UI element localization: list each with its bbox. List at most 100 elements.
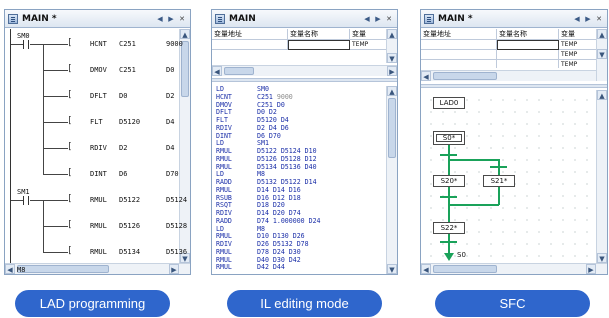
table-vertical-scrollbar[interactable]: ▲ ▼ — [596, 29, 607, 81]
sfc-horizontal-scrollbar[interactable]: ◀ ▶ — [421, 263, 607, 274]
il-code-editor[interactable]: LD SM0 HCNT C251 9000 DMOV C251 D0 DFLT D0 D2 FLT… — [212, 85, 386, 274]
variable-type-cell[interactable]: TEMP — [559, 50, 598, 60]
table-horizontal-scrollbar[interactable]: ◀ — [421, 70, 596, 81]
il-line[interactable]: DMOV C251 D0 — [216, 101, 386, 110]
scroll-thumb[interactable] — [181, 41, 189, 97]
il-line[interactable]: RSUB D16 D12 D18 — [216, 194, 386, 203]
scroll-left-icon[interactable]: ◀ — [421, 264, 431, 274]
il-line[interactable]: FLT D5120 D4 — [216, 116, 386, 125]
scroll-left-icon[interactable]: ◀ — [421, 71, 431, 81]
tab-left-arrow-icon[interactable]: ◀ — [362, 13, 372, 24]
instruction-operand: D5136 — [166, 248, 188, 256]
variable-name-cell-selected[interactable] — [288, 40, 350, 50]
variable-type-cell[interactable]: TEMP — [559, 40, 598, 50]
tab-left-arrow-icon[interactable]: ◀ — [155, 13, 165, 24]
scroll-right-icon[interactable]: ▶ — [387, 66, 397, 76]
sfc-step-s22[interactable]: S22* — [433, 222, 465, 234]
scroll-down-icon[interactable]: ▼ — [597, 253, 607, 263]
scroll-left-icon[interactable]: ◀ — [5, 264, 15, 274]
scroll-left-icon[interactable]: ◀ — [212, 66, 222, 76]
sfc-step-s21[interactable]: S21* — [483, 175, 515, 187]
il-line[interactable]: DFLT D0 D2 — [216, 108, 386, 117]
tab-right-arrow-icon[interactable]: ▶ — [166, 13, 176, 24]
scroll-down-icon[interactable]: ▼ — [387, 53, 397, 63]
variable-table-row[interactable]: TEMP — [421, 40, 598, 50]
tab-left-arrow-icon[interactable]: ◀ — [572, 13, 582, 24]
instruction-opcode[interactable]: HCNT — [90, 40, 107, 48]
il-line[interactable]: RDIV D2 D4 D6 — [216, 124, 386, 133]
il-line[interactable]: HCNT C251 9000 — [216, 93, 386, 102]
contact-icon[interactable] — [23, 40, 29, 49]
splitter[interactable] — [421, 84, 607, 88]
sfc-block-lad0[interactable]: LAD0 — [433, 97, 465, 109]
il-line[interactable]: RADD D5132 D5122 D14 — [216, 178, 386, 187]
il-line[interactable]: RMUL D40 D30 D42 — [216, 256, 386, 265]
il-line[interactable]: RMUL D5134 D5136 D40 — [216, 163, 386, 172]
scroll-right-icon[interactable]: ▶ — [169, 264, 179, 274]
variable-address-cell[interactable] — [421, 60, 497, 68]
sfc-vertical-scrollbar[interactable]: ▲ ▼ — [596, 90, 607, 263]
horizontal-scrollbar[interactable]: ◀ ▶ — [5, 263, 190, 274]
scroll-thumb-horizontal[interactable] — [17, 265, 109, 273]
il-line[interactable]: RADD D74 1.000000 D24 — [216, 217, 386, 226]
il-line[interactable]: RDIV D26 D5132 D78 — [216, 240, 386, 249]
il-line[interactable]: RSQT D18 D20 — [216, 201, 386, 210]
instruction-opcode[interactable]: DFLT — [90, 92, 107, 100]
scroll-up-icon[interactable]: ▲ — [387, 29, 397, 39]
variable-table-row[interactable]: TEMP — [421, 50, 598, 60]
close-icon[interactable]: ✕ — [177, 13, 187, 24]
tab-right-arrow-icon[interactable]: ▶ — [583, 13, 593, 24]
instruction-box-bracket: [ — [67, 90, 73, 100]
variable-name-cell[interactable] — [497, 50, 559, 60]
instruction-operand: C251 — [119, 66, 136, 74]
rung-line — [43, 252, 68, 253]
scroll-down-icon[interactable]: ▼ — [387, 264, 397, 274]
sfc-transition[interactable] — [440, 154, 457, 156]
scroll-up-icon[interactable]: ▲ — [387, 86, 397, 96]
variable-name-cell-selected[interactable] — [497, 40, 559, 50]
close-icon[interactable]: ✕ — [384, 13, 394, 24]
instruction-opcode[interactable]: DMOV — [90, 66, 107, 74]
variable-table-row[interactable]: TEMP — [212, 40, 388, 50]
il-line[interactable]: LD SM0 — [216, 85, 386, 94]
splitter[interactable] — [212, 78, 397, 82]
instruction-opcode[interactable]: DINT — [90, 170, 107, 178]
sfc-initial-step-s0[interactable]: S0* — [433, 131, 465, 145]
scroll-thumb-horizontal[interactable] — [433, 265, 497, 273]
scroll-right-icon[interactable]: ▶ — [586, 264, 596, 274]
variable-address-cell[interactable] — [212, 40, 288, 50]
variable-address-cell[interactable] — [421, 40, 497, 50]
table-vertical-scrollbar[interactable]: ▲ ▼ — [386, 29, 397, 63]
instruction-opcode[interactable]: RDIV — [90, 144, 107, 152]
scroll-up-icon[interactable]: ▲ — [597, 90, 607, 100]
sfc-step-s20[interactable]: S20* — [433, 175, 465, 187]
sfc-transition[interactable] — [440, 241, 457, 243]
tab-right-arrow-icon[interactable]: ▶ — [373, 13, 383, 24]
il-line[interactable]: DINT D6 D70 — [216, 132, 386, 141]
scroll-down-icon[interactable]: ▼ — [597, 49, 607, 59]
contact-icon[interactable] — [23, 196, 29, 205]
scroll-up-icon[interactable]: ▲ — [180, 29, 190, 39]
instruction-opcode[interactable]: RMUL — [90, 196, 107, 204]
close-icon[interactable]: ✕ — [594, 13, 604, 24]
variable-name-cell[interactable] — [497, 60, 559, 68]
instruction-opcode[interactable]: RMUL — [90, 248, 107, 256]
ladder-editor[interactable]: ▲ ▼ ◀ ▶ SM0[HCNT C251 9000[DMOV C251 D0[DFLT… — [5, 29, 190, 274]
il-line[interactable]: RMUL D14 D14 D16 — [216, 186, 386, 195]
variable-table-row[interactable]: TEMP — [421, 60, 598, 68]
table-horizontal-scrollbar[interactable]: ◀ ▶ — [212, 65, 397, 76]
scroll-thumb-horizontal[interactable] — [224, 67, 254, 75]
variable-address-cell[interactable] — [421, 50, 497, 60]
instruction-opcode[interactable]: FLT — [90, 118, 103, 126]
sfc-transition[interactable] — [490, 166, 507, 168]
instruction-opcode[interactable]: RMUL — [90, 222, 107, 230]
variable-type-cell[interactable]: TEMP — [559, 60, 598, 68]
variable-type-cell[interactable]: TEMP — [350, 40, 388, 50]
scroll-thumb-horizontal[interactable] — [433, 72, 497, 80]
sfc-transition[interactable] — [440, 196, 457, 198]
scroll-thumb[interactable] — [388, 98, 396, 158]
il-line[interactable]: RMUL D78 D24 D30 — [216, 248, 386, 257]
il-line[interactable]: RMUL D42 D44 — [216, 263, 386, 272]
il-vertical-scrollbar[interactable]: ▲ ▼ — [386, 86, 397, 274]
scroll-up-icon[interactable]: ▲ — [597, 29, 607, 39]
